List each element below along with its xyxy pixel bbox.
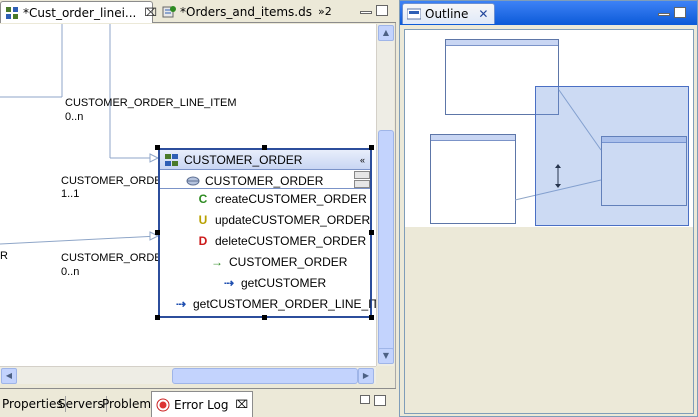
key-attribute-icon	[186, 174, 200, 188]
member-get-line-items[interactable]: ⇢ getCUSTOMER_ORDER_LINE_ITEM	[174, 297, 376, 311]
close-icon[interactable]: ✕	[478, 7, 488, 21]
editor-pane: *Cust_order_linei... ⌧ *Orders_and_items…	[0, 0, 396, 417]
editor-window-controls	[360, 5, 388, 16]
outline-tabbar: Outline ✕	[400, 1, 697, 25]
tab-label: *Cust_order_linei...	[23, 5, 137, 20]
scroll-up-button[interactable]	[354, 171, 370, 179]
outline-thumbnail[interactable]	[404, 29, 694, 414]
member-get-customer[interactable]: ⇢ getCUSTOMER	[222, 276, 326, 290]
resize-handle[interactable]	[155, 145, 160, 150]
close-icon[interactable]: ⌧	[144, 6, 157, 19]
minimize-icon[interactable]	[658, 13, 670, 16]
member-update[interactable]: U updateCUSTOMER_ORDER	[196, 213, 371, 227]
tab-orders-and-items[interactable]: *Orders_and_items.ds	[158, 1, 312, 23]
outline-window-controls	[658, 7, 686, 18]
create-icon: C	[198, 192, 208, 206]
tab-error-log[interactable]: Error Log ⌧	[151, 391, 254, 417]
tab-cust-order-line-item[interactable]: *Cust_order_linei... ⌧	[0, 1, 157, 23]
scroll-down-icon[interactable]: ▼	[378, 348, 394, 364]
tab-servers[interactable]: Servers	[58, 394, 107, 414]
class-header[interactable]: CUSTOMER_ORDER «	[160, 150, 370, 170]
vertical-scrollbar[interactable]: ▲ ▼	[376, 24, 394, 366]
outline-view: Outline ✕	[399, 0, 698, 417]
scroll-down-button[interactable]	[354, 180, 370, 188]
datasource-file-icon	[162, 5, 176, 19]
class-title: CUSTOMER_ORDER	[184, 152, 303, 167]
get-icon: ⇢	[223, 276, 235, 290]
maximize-icon[interactable]	[376, 5, 388, 16]
scroll-left-icon[interactable]: ◀	[1, 368, 17, 384]
collapse-icon[interactable]: «	[360, 155, 365, 165]
bottom-window-controls	[360, 395, 386, 406]
truncated-label: R	[0, 250, 8, 262]
editor-tabbar: *Cust_order_linei... ⌧ *Orders_and_items…	[0, 0, 396, 23]
close-icon[interactable]: ⌧	[236, 398, 249, 411]
horizontal-scrollbar[interactable]: ◀ ▶	[0, 366, 376, 384]
scroll-up-icon[interactable]: ▲	[378, 25, 394, 41]
get-list-icon: ⇢	[175, 297, 187, 311]
resize-handle[interactable]	[369, 315, 374, 320]
multiplicity-label: 0..n	[65, 111, 84, 123]
delete-icon: D	[198, 234, 208, 248]
bottom-view-tabbar: Properties Servers Problems Error Log ⌧	[0, 388, 396, 417]
resize-handle[interactable]	[155, 230, 160, 235]
tab-overflow-button[interactable]: »2	[318, 5, 332, 18]
outline-background	[405, 227, 693, 413]
update-icon: U	[198, 213, 208, 227]
ide-window: *Cust_order_linei... ⌧ *Orders_and_items…	[0, 0, 698, 417]
read-icon: →	[211, 255, 223, 269]
resize-handle[interactable]	[155, 315, 160, 320]
tab-outline[interactable]: Outline ✕	[402, 3, 496, 24]
scroll-thumb[interactable]	[378, 130, 394, 352]
member-read[interactable]: → CUSTOMER_ORDER	[210, 255, 347, 269]
tab-problems[interactable]: Problems	[102, 394, 157, 414]
multiplicity-label: 0..n	[61, 266, 80, 278]
member-create[interactable]: C createCUSTOMER_ORDER	[196, 192, 367, 206]
resize-handle[interactable]	[369, 145, 374, 150]
outline-icon	[406, 8, 422, 20]
resize-handle[interactable]	[369, 230, 374, 235]
diagram-canvas[interactable]: CUSTOMER_ORDER_LINE_ITEM 0..n CUSTOMER_O…	[0, 24, 376, 366]
scroll-thumb[interactable]	[172, 368, 358, 384]
class-box-customer-order[interactable]: CUSTOMER_ORDER « CUSTOMER_ORDER C create…	[158, 148, 376, 318]
scroll-corner	[376, 366, 394, 384]
error-log-icon	[156, 398, 170, 412]
resize-handle[interactable]	[262, 315, 267, 320]
association-label: CUSTOMER_ORDER	[61, 252, 170, 264]
scroll-right-icon[interactable]: ▶	[358, 368, 374, 384]
member-delete[interactable]: D deleteCUSTOMER_ORDER	[196, 234, 367, 248]
entity-icon	[164, 153, 180, 167]
multiplicity-label: 1..1	[61, 188, 80, 200]
minimize-icon[interactable]	[360, 11, 372, 14]
restore-icon[interactable]	[360, 395, 370, 404]
tab-properties[interactable]: Properties	[2, 394, 66, 414]
maximize-icon[interactable]	[674, 7, 686, 18]
association-label: CUSTOMER_ORDER	[61, 175, 170, 187]
association-label: CUSTOMER_ORDER_LINE_ITEM	[65, 97, 237, 109]
maximize-icon[interactable]	[374, 395, 386, 406]
tab-label: *Orders_and_items.ds	[180, 5, 312, 19]
diagram-file-icon	[5, 6, 19, 20]
outline-viewport-selection[interactable]	[535, 86, 689, 226]
resize-handle[interactable]	[262, 145, 267, 150]
member-key-attribute[interactable]: CUSTOMER_ORDER	[186, 174, 323, 188]
